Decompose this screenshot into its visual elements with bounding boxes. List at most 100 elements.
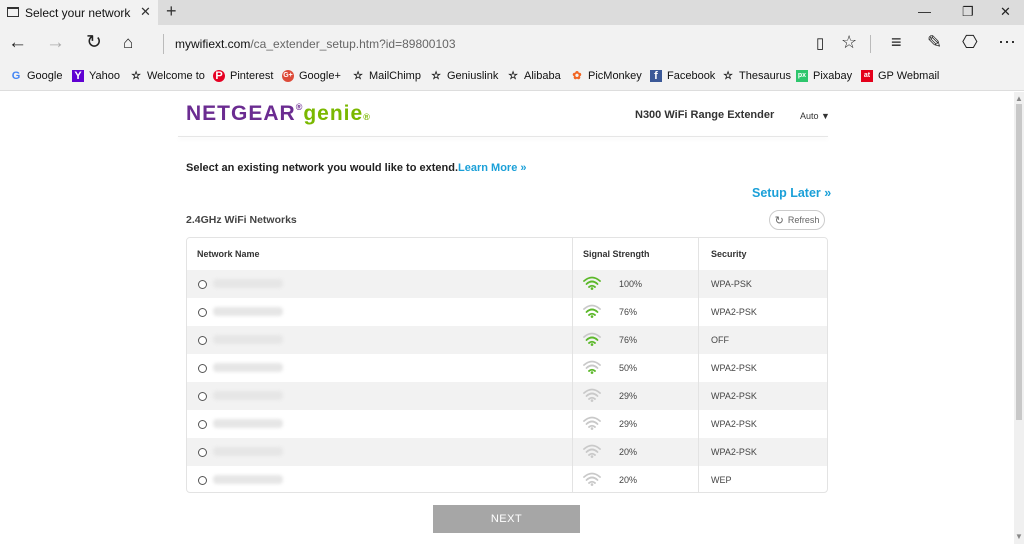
- table-row[interactable]: 29% WPA2-PSK: [187, 410, 827, 438]
- reading-view-icon[interactable]: ▯: [816, 34, 824, 52]
- favorite-google[interactable]: G Google: [10, 70, 63, 82]
- chevron-down-icon: ▼: [821, 111, 830, 121]
- star-icon: ☆: [723, 70, 733, 82]
- tab-title: Select your network: [25, 6, 131, 20]
- section-title: 2.4GHz WiFi Networks: [186, 214, 297, 226]
- brand-suffix: genie: [303, 102, 364, 125]
- favorite-star-icon[interactable]: ☆: [841, 32, 857, 53]
- signal-percent: 100%: [619, 279, 643, 289]
- product-name: N300 WiFi Range Extender: [635, 109, 775, 121]
- network-radio[interactable]: [198, 448, 207, 457]
- minimize-icon[interactable]: —: [918, 4, 931, 19]
- signal-percent: 20%: [619, 475, 638, 485]
- setup-later-link[interactable]: Setup Later »: [752, 186, 831, 200]
- favorite-pinterest[interactable]: P Pinterest: [213, 70, 273, 82]
- security-type: WPA2-PSK: [711, 419, 757, 429]
- signal-percent: 20%: [619, 447, 638, 457]
- back-icon[interactable]: ←: [8, 33, 27, 53]
- refresh-button[interactable]: ↻ Refresh: [769, 210, 825, 230]
- netgear-genie-logo: NETGEAR®genie®: [186, 102, 371, 125]
- forward-icon[interactable]: →: [46, 33, 65, 53]
- wifi-signal-icon: [583, 472, 601, 486]
- learn-more-link[interactable]: Learn More »: [458, 162, 526, 174]
- share-icon[interactable]: ⎔: [962, 32, 978, 53]
- table-row[interactable]: 100% WPA-PSK: [187, 270, 827, 298]
- web-note-icon[interactable]: ✎: [927, 32, 942, 53]
- favorite-label: GP Webmail: [878, 70, 940, 82]
- wifi-signal-icon: [583, 360, 601, 374]
- favorite-gp-webmail[interactable]: at GP Webmail: [861, 70, 939, 82]
- favorite-label: Welcome to: [147, 70, 205, 82]
- scroll-down-icon[interactable]: ▼: [1015, 532, 1023, 541]
- network-radio[interactable]: [198, 308, 207, 317]
- favorite-google-plus[interactable]: G+ Google+: [282, 70, 341, 82]
- favorite-pixabay[interactable]: px Pixabay: [796, 70, 852, 82]
- security-type: WPA2-PSK: [711, 363, 757, 373]
- signal-percent: 76%: [619, 307, 638, 317]
- tab-bar: Select your network ✕ + — ❐ ✕: [0, 0, 1024, 25]
- network-name-redacted: [213, 447, 283, 456]
- refresh-icon[interactable]: ↻: [86, 33, 102, 53]
- column-divider: [698, 238, 699, 492]
- favorite-yahoo[interactable]: Y Yahoo: [72, 70, 120, 82]
- favorite-mailchimp[interactable]: ☆ MailChimp: [352, 70, 421, 82]
- network-radio[interactable]: [198, 364, 207, 373]
- signal-percent: 76%: [619, 335, 638, 345]
- new-tab-button[interactable]: +: [166, 1, 177, 22]
- browser-tab[interactable]: Select your network ✕: [0, 0, 158, 25]
- favorite-geniuslink[interactable]: ☆ Geniuslink: [430, 70, 498, 82]
- table-row[interactable]: 76% WPA2-PSK: [187, 298, 827, 326]
- security-type: WEP: [711, 475, 732, 485]
- webmail-icon: at: [861, 70, 873, 82]
- close-window-icon[interactable]: ✕: [1000, 4, 1011, 20]
- scroll-up-icon[interactable]: ▲: [1015, 94, 1023, 103]
- table-row[interactable]: 20% WEP: [187, 466, 827, 492]
- header-divider: [178, 136, 828, 137]
- wifi-signal-icon: [583, 276, 601, 290]
- network-radio[interactable]: [198, 336, 207, 345]
- favorite-label: Pixabay: [813, 70, 853, 82]
- brand-name: NETGEAR: [186, 102, 296, 125]
- scroll-thumb[interactable]: [1016, 104, 1022, 420]
- page-content: NETGEAR®genie® N300 WiFi Range Extender …: [0, 92, 1014, 544]
- favorite-thesaurus[interactable]: ☆ Thesaurus: [722, 70, 791, 82]
- close-tab-icon[interactable]: ✕: [140, 4, 151, 20]
- network-name-redacted: [213, 475, 283, 484]
- page-icon: [7, 7, 19, 17]
- wifi-signal-icon: [583, 332, 601, 346]
- navigation-bar: ← → ↻ ⌂ mywifiext.com/ca_extender_setup.…: [0, 25, 1024, 63]
- star-icon: ☆: [508, 70, 518, 82]
- security-type: OFF: [711, 335, 729, 345]
- scrollbar[interactable]: ▲ ▼: [1014, 92, 1024, 544]
- favorite-label: Facebook: [667, 70, 716, 82]
- favorite-picmonkey[interactable]: ✿ PicMonkey: [571, 70, 641, 82]
- divider: [870, 35, 871, 53]
- table-row[interactable]: 50% WPA2-PSK: [187, 354, 827, 382]
- network-radio[interactable]: [198, 280, 207, 289]
- favorite-alibaba[interactable]: ☆ Alibaba: [507, 70, 561, 82]
- favorite-welcome[interactable]: ☆ Welcome to: [130, 70, 205, 82]
- favorite-label: Yahoo: [89, 70, 120, 82]
- signal-percent: 29%: [619, 391, 638, 401]
- home-icon[interactable]: ⌂: [123, 33, 133, 53]
- next-button[interactable]: NEXT: [433, 505, 580, 533]
- hub-icon[interactable]: ≡: [891, 32, 902, 53]
- favorites-bar: G Google Y Yahoo ☆ Welcome to P Pinterest G+…: [0, 63, 1024, 91]
- favorite-facebook[interactable]: f Facebook: [650, 70, 715, 82]
- language-select[interactable]: Auto ▼: [800, 111, 830, 121]
- favorite-label: Google: [27, 70, 63, 82]
- restore-icon[interactable]: ❐: [962, 4, 974, 20]
- network-radio[interactable]: [198, 420, 207, 429]
- column-header: Network Name: [197, 249, 260, 259]
- address-bar[interactable]: mywifiext.com/ca_extender_setup.htm?id=8…: [175, 37, 456, 51]
- security-type: WPA2-PSK: [711, 391, 757, 401]
- favorite-label: Google+: [299, 70, 341, 82]
- network-radio[interactable]: [198, 392, 207, 401]
- table-row[interactable]: 20% WPA2-PSK: [187, 438, 827, 466]
- star-icon: ☆: [131, 70, 141, 82]
- table-row[interactable]: 76% OFF: [187, 326, 827, 354]
- table-row[interactable]: 29% WPA2-PSK: [187, 382, 827, 410]
- star-icon: ☆: [353, 70, 363, 82]
- more-icon[interactable]: ⋯: [998, 32, 1016, 53]
- network-radio[interactable]: [198, 476, 207, 485]
